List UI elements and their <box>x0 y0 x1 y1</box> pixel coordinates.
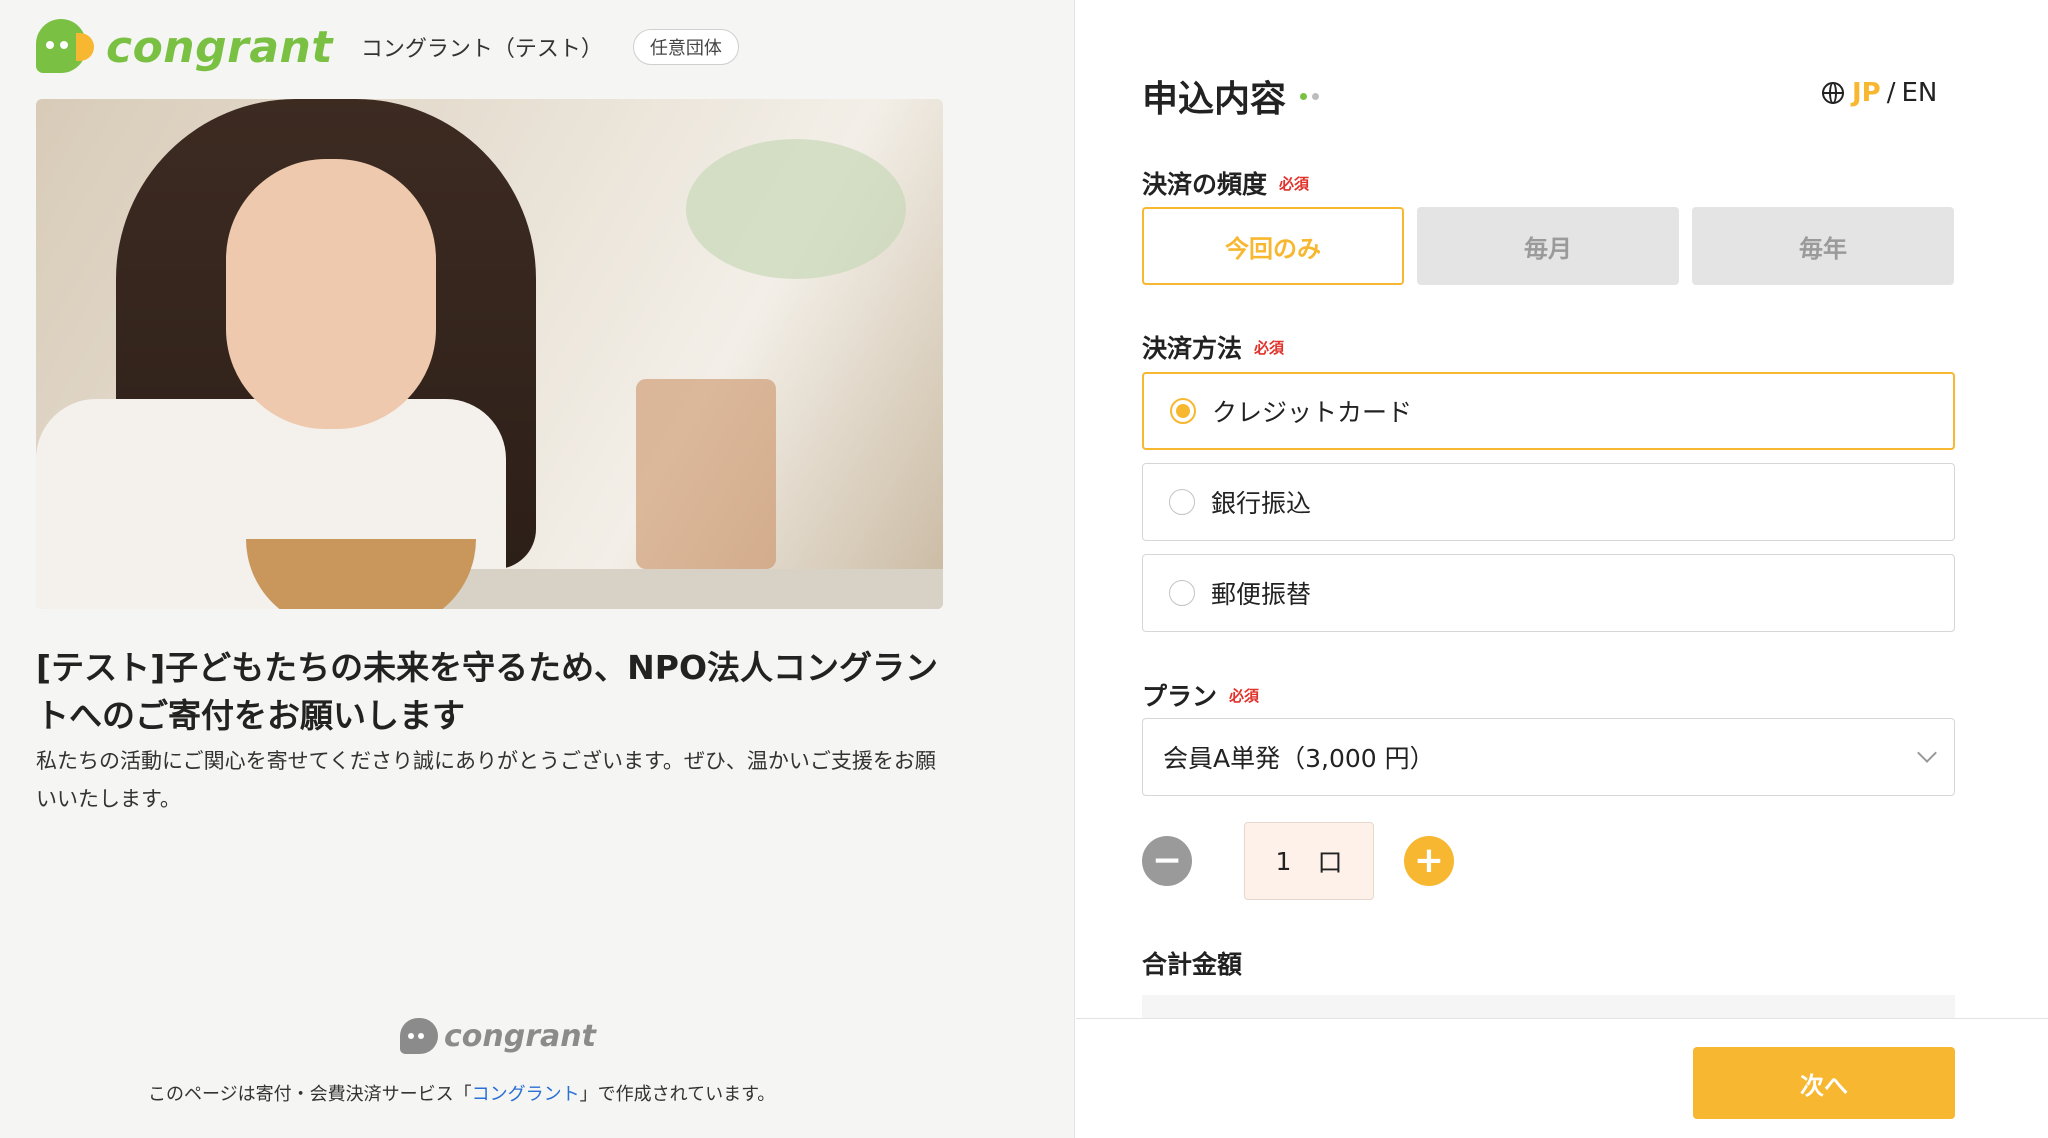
footer-logo-text: congrant <box>444 1018 596 1054</box>
congrant-footer-logo-icon <box>400 1018 438 1054</box>
increment-button[interactable]: + <box>1404 836 1454 886</box>
org-type-badge: 任意団体 <box>632 29 739 65</box>
payment-method-label: 決済方法 必須 <box>1142 329 1284 365</box>
left-panel: congrant コングラント（テスト） 任意団体 [テスト]子どもたちの未来を… <box>0 0 1075 1138</box>
congrant-link[interactable]: コングラント <box>472 1084 580 1105</box>
campaign-title: [テスト]子どもたちの未来を守るため、NPO法人コングラントへのご寄付をお願いし… <box>36 648 939 735</box>
org-name: コングラント（テスト） <box>360 37 603 62</box>
section-title-text: 申込内容 <box>1142 79 1287 120</box>
payment-option-bank-transfer[interactable]: 銀行振込 <box>1142 463 1955 541</box>
section-title: 申込内容 <box>1142 70 1320 122</box>
frequency-monthly-button[interactable]: 毎月 <box>1417 207 1679 285</box>
congrant-logo-icon[interactable] <box>36 19 94 75</box>
total-amount-box <box>1142 995 1955 1019</box>
globe-icon <box>1822 82 1844 104</box>
quantity-unit: 口 <box>1317 848 1343 877</box>
header: congrant コングラント（テスト） 任意団体 <box>36 18 739 76</box>
payment-option-postal-transfer[interactable]: 郵便振替 <box>1142 554 1955 632</box>
campaign-description: 私たちの活動にご関心を寄せてくださり誠にありがとうございます。ぜひ、温かいご支援… <box>36 749 936 811</box>
lang-en[interactable]: EN <box>1902 78 1938 108</box>
next-button[interactable]: 次へ <box>1693 1047 1955 1119</box>
required-badge: 必須 <box>1254 338 1285 357</box>
footer-logo: congrant <box>400 1018 596 1054</box>
title-dots-icon <box>1300 92 1320 100</box>
logo-text[interactable]: congrant <box>106 22 333 73</box>
bottom-action-bar: 次へ <box>1076 1018 2048 1138</box>
plan-label: プラン 必須 <box>1142 677 1259 713</box>
required-badge: 必須 <box>1229 686 1260 705</box>
hero-image <box>36 99 943 609</box>
quantity-stepper: − 1 口 + <box>1142 822 1454 900</box>
footer-note-prefix: このページは寄付・会費決済サービス「 <box>148 1084 472 1105</box>
frequency-label: 決済の頻度 必須 <box>1142 165 1309 201</box>
frequency-options: 今回のみ 毎月 毎年 <box>1142 207 1954 285</box>
frequency-once-button[interactable]: 今回のみ <box>1142 207 1404 285</box>
frequency-yearly-button[interactable]: 毎年 <box>1692 207 1954 285</box>
frequency-label-text: 決済の頻度 <box>1142 170 1268 199</box>
radio-button[interactable] <box>1169 489 1195 515</box>
quantity-field[interactable]: 1 口 <box>1244 822 1374 900</box>
plan-select[interactable]: 会員A単発（3,000 円） <box>1142 718 1955 796</box>
required-badge: 必須 <box>1279 174 1310 193</box>
payment-option-label: 郵便振替 <box>1211 580 1312 609</box>
chevron-down-icon <box>1917 743 1937 763</box>
footer-note-suffix: 」で作成されています。 <box>579 1084 776 1105</box>
decrement-button[interactable]: − <box>1142 836 1192 886</box>
plan-selected-value: 会員A単発（3,000 円） <box>1163 744 1435 773</box>
language-switcher: JP / EN <box>1822 78 1937 108</box>
lang-separator: / <box>1886 78 1896 108</box>
payment-option-credit-card[interactable]: クレジットカード <box>1142 372 1955 450</box>
radio-button[interactable] <box>1169 580 1195 606</box>
footer-note: このページは寄付・会費決済サービス「コングラント」で作成されています。 <box>148 1080 775 1106</box>
right-panel: 申込内容 JP / EN 決済の頻度 必須 今回のみ 毎月 毎年 決済方法 必須… <box>1076 0 2048 1138</box>
quantity-value: 1 <box>1275 846 1292 876</box>
radio-button[interactable] <box>1170 398 1196 424</box>
payment-method-label-text: 決済方法 <box>1142 334 1243 363</box>
plan-label-text: プラン <box>1142 682 1218 711</box>
total-amount-label: 合計金額 <box>1142 950 1243 979</box>
lang-jp[interactable]: JP <box>1852 78 1881 108</box>
payment-option-label: 銀行振込 <box>1211 489 1312 518</box>
payment-option-label: クレジットカード <box>1212 398 1413 427</box>
